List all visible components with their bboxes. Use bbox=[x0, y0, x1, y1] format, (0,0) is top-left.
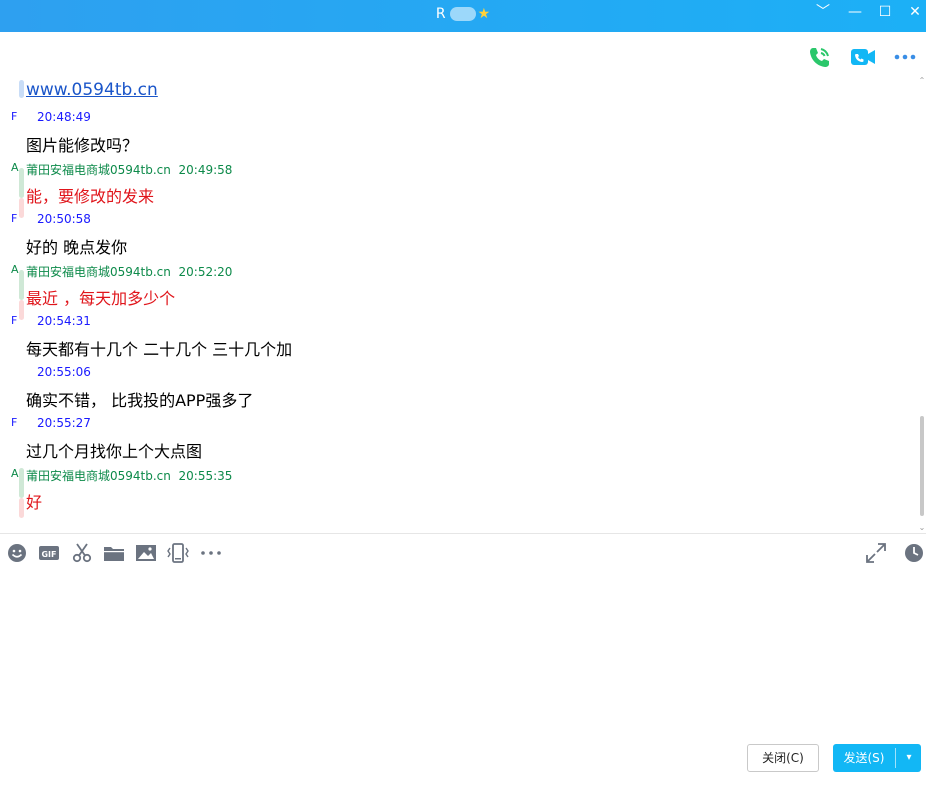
message-time: 20:52:20 bbox=[178, 265, 233, 279]
more-tools-icon[interactable] bbox=[200, 542, 222, 564]
close-button[interactable]: 关闭(C) bbox=[747, 744, 819, 772]
maximize-button[interactable]: ☐ bbox=[870, 0, 900, 24]
send-button[interactable]: 发送(S) bbox=[833, 744, 895, 772]
minimize-button[interactable]: — bbox=[840, 0, 870, 24]
sender-initial: A bbox=[11, 161, 19, 174]
message-time: 20:48:49 bbox=[37, 110, 91, 124]
message-time: 20:55:27 bbox=[37, 416, 91, 430]
message-text: 图片能修改吗？ bbox=[26, 136, 139, 155]
message-time: 20:54:31 bbox=[37, 314, 91, 328]
avatar-strip bbox=[19, 468, 24, 498]
avatar-strip bbox=[19, 270, 24, 300]
scroll-up-icon[interactable]: ⌃ bbox=[918, 76, 926, 85]
message-text: 最近 ，每天加多少个 bbox=[26, 289, 176, 308]
avatar-strip bbox=[19, 168, 24, 198]
message-time: 20:49:58 bbox=[178, 163, 233, 177]
emoji-icon[interactable] bbox=[6, 542, 28, 564]
message-meta: 莆田安福电商城0594tb.cn 20:55:35 bbox=[26, 467, 232, 484]
avatar-strip bbox=[19, 80, 24, 98]
phone-icon[interactable] bbox=[806, 44, 832, 70]
sender-initial: A bbox=[11, 467, 19, 480]
sender-initial: F bbox=[11, 314, 18, 327]
history-icon[interactable] bbox=[903, 542, 925, 564]
input-toolbar: GIF bbox=[0, 540, 926, 566]
sender-initial: F bbox=[11, 110, 18, 123]
site-link[interactable]: www.0594tb.cn bbox=[26, 80, 158, 100]
send-button-group[interactable]: 发送(S) ▾ bbox=[833, 744, 921, 772]
sender-name: 莆田安福电商城0594tb.cn bbox=[26, 469, 171, 483]
message-text: 好 bbox=[26, 493, 43, 512]
message-input[interactable] bbox=[0, 570, 926, 735]
message-meta: 莆田安福电商城0594tb.cn 20:52:20 bbox=[26, 263, 232, 280]
gif-label: GIF bbox=[41, 550, 56, 559]
scroll-thumb[interactable] bbox=[920, 416, 924, 516]
gif-icon[interactable]: GIF bbox=[38, 542, 60, 564]
scroll-down-icon[interactable]: ⌄ bbox=[918, 523, 926, 532]
message-text: 过几个月找你上个大点图 bbox=[26, 442, 203, 461]
close-window-button[interactable]: ✕ bbox=[900, 0, 926, 24]
message-time: 20:55:35 bbox=[178, 469, 233, 483]
message-text: 能，要修改的发来 bbox=[26, 187, 155, 206]
sender-initial: F bbox=[11, 416, 18, 429]
message-time: 20:50:58 bbox=[37, 212, 91, 226]
blurred-name bbox=[449, 7, 476, 21]
message-time: 20:55:06 bbox=[37, 365, 91, 379]
sender-name: 莆田安福电商城0594tb.cn bbox=[26, 265, 171, 279]
sender-initial: A bbox=[11, 263, 19, 276]
image-icon[interactable] bbox=[135, 542, 157, 564]
video-call-icon[interactable] bbox=[850, 44, 876, 70]
window-title-text: R bbox=[435, 6, 446, 22]
avatar-strip bbox=[19, 498, 24, 518]
message-text: 每天都有十几个 二十几个 三十几个加 bbox=[26, 340, 293, 359]
avatar-strip bbox=[19, 198, 24, 218]
menu-button[interactable]: ﹀ bbox=[808, 0, 838, 24]
sender-initial: F bbox=[11, 212, 18, 225]
divider bbox=[0, 533, 926, 534]
send-options-chevron-down-icon[interactable]: ▾ bbox=[897, 744, 921, 772]
chat-scrollbar[interactable]: ⌃ ⌄ bbox=[918, 76, 926, 532]
shake-icon[interactable] bbox=[167, 542, 189, 564]
window-title: R ★ bbox=[0, 6, 926, 22]
star-icon: ★ bbox=[477, 6, 491, 22]
expand-icon[interactable] bbox=[865, 542, 887, 564]
chat-history[interactable]: www.0594tb.cn F 20:48:49 图片能修改吗？ A 莆田安福电… bbox=[0, 76, 918, 532]
sender-name: 莆田安福电商城0594tb.cn bbox=[26, 163, 171, 177]
message-meta: 莆田安福电商城0594tb.cn 20:49:58 bbox=[26, 161, 232, 178]
send-divider bbox=[895, 748, 896, 768]
scissors-icon[interactable] bbox=[71, 542, 93, 564]
message-text: 好的 晚点发你 bbox=[26, 238, 128, 257]
folder-icon[interactable] bbox=[103, 542, 125, 564]
message-text: 确实不错， 比我投的APP强多了 bbox=[26, 391, 254, 410]
link-message[interactable]: www.0594tb.cn bbox=[26, 80, 158, 100]
title-bar[interactable]: R ★ ﹀ — ☐ ✕ bbox=[0, 0, 926, 32]
more-icon[interactable] bbox=[893, 44, 919, 70]
avatar-strip bbox=[19, 300, 24, 320]
